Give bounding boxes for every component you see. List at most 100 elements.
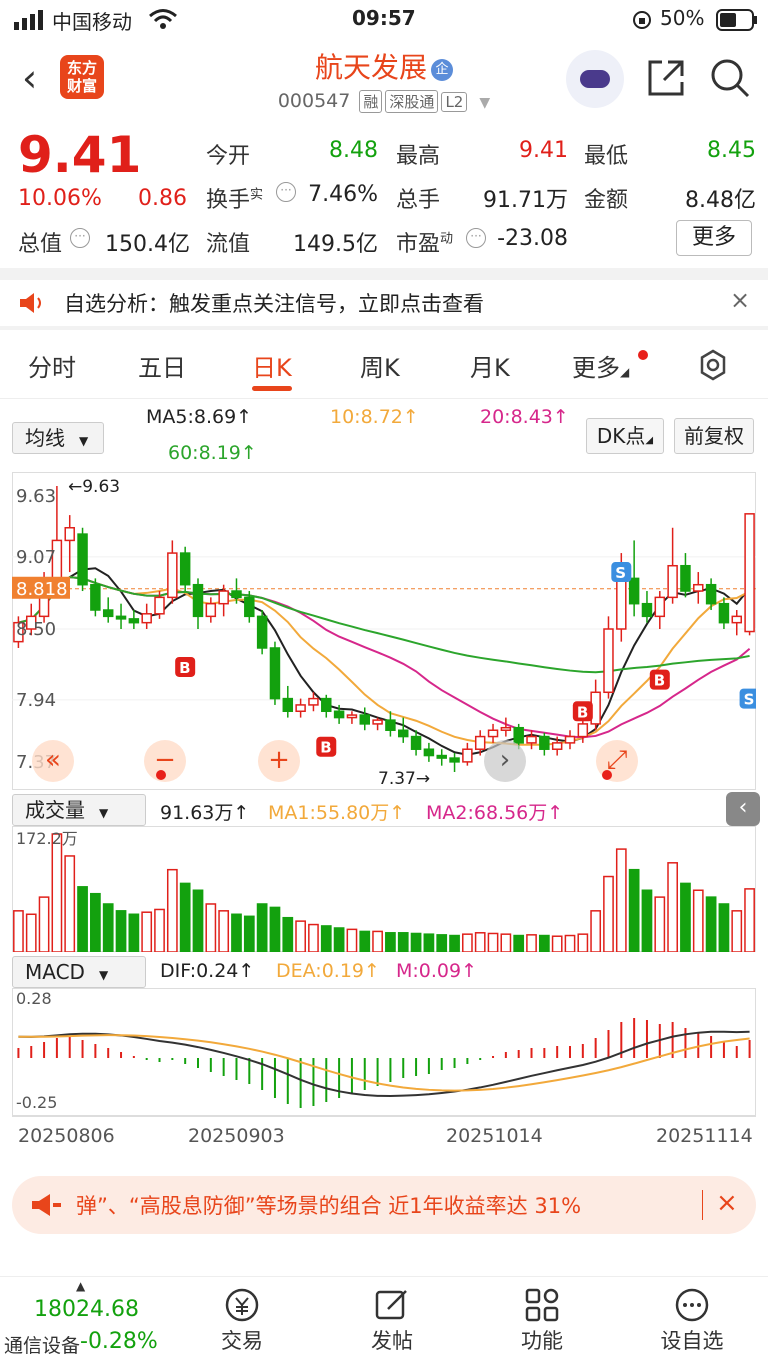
ma20-value: 20:8.43↑ — [480, 406, 569, 428]
battery-percent: 50% — [660, 6, 705, 30]
margin-tag: 融 — [359, 90, 383, 113]
app-root: { "status_bar": { "carrier": "中国移动", "ti… — [0, 0, 768, 1366]
volume-bar — [423, 933, 435, 952]
zoom-in-button[interactable]: + — [258, 740, 300, 782]
price-adjust-button[interactable]: 前复权 — [674, 418, 754, 454]
nav-function[interactable]: 功能 — [492, 1325, 592, 1355]
stock-code: 000547 — [277, 90, 351, 112]
notice-text: 自选分析：触发重点关注信号，立即点击查看 — [64, 292, 484, 316]
search-icon[interactable] — [708, 56, 752, 100]
volume-bar — [51, 833, 63, 952]
share-icon[interactable] — [644, 56, 688, 100]
min-price-label: 7.37→ — [378, 769, 430, 789]
candle-body — [487, 729, 499, 738]
volume-bar — [641, 889, 653, 952]
notice-close-button[interactable]: × — [730, 286, 750, 314]
assistant-avatar[interactable] — [566, 50, 624, 108]
open-label: 今开 — [206, 144, 251, 169]
tab-monthly-k[interactable]: 月K — [470, 348, 510, 383]
volume-bar — [256, 903, 268, 952]
candle-body — [321, 697, 332, 713]
more-quote-button[interactable]: 更多 — [676, 220, 752, 256]
tab-daily-k[interactable]: 日K — [252, 348, 292, 383]
index-name[interactable]: 通信设备 — [4, 1331, 80, 1358]
float-value: 149.5亿 — [293, 232, 378, 257]
low-value: 8.45 — [707, 138, 756, 163]
settings-icon[interactable] — [696, 348, 730, 382]
index-value[interactable]: 18024.68 — [34, 1297, 139, 1322]
tab-intraday[interactable]: 分时 — [28, 348, 76, 383]
volume-bar — [372, 930, 383, 952]
macd-indicator-select[interactable]: MACD ▼ — [12, 956, 146, 988]
collapse-panel-button[interactable]: ‹ — [726, 792, 760, 826]
volume-bar — [692, 889, 704, 952]
candle-body — [269, 647, 281, 700]
volume-bar — [513, 934, 525, 952]
volume-bar — [397, 932, 409, 952]
candle-body — [398, 729, 409, 738]
volume-bar — [13, 910, 24, 952]
volume-value: 91.71万 — [483, 188, 568, 213]
megaphone-icon — [32, 1194, 61, 1216]
dea-line — [18, 1034, 750, 1092]
candle-body — [616, 577, 627, 630]
connect-tag: 深股通 — [385, 90, 439, 113]
macd-bottom-label: -0.25 — [16, 1093, 57, 1112]
high-label: 最高 — [396, 144, 441, 169]
volume-bar — [243, 915, 255, 952]
signal-label: S — [615, 564, 626, 582]
candle-body — [77, 533, 88, 586]
nav-post[interactable]: 发帖 — [342, 1325, 442, 1355]
volume-bar — [192, 889, 204, 952]
volume-indicator-select[interactable]: 成交量 ▼ — [12, 794, 146, 826]
candle-body — [256, 615, 268, 649]
volume-bar — [628, 868, 640, 952]
tab-five-day[interactable]: 五日 — [138, 348, 186, 383]
more-options-icon[interactable] — [674, 1287, 710, 1323]
volume-bar — [269, 906, 281, 952]
tab-more[interactable]: 更多◢ — [572, 348, 629, 383]
ma-select[interactable]: 均线 ▼ — [12, 422, 104, 454]
candlestick-chart[interactable]: 9.639.078.8188.507.947.37←9.637.37→BBBBS… — [12, 472, 756, 790]
volume-bar — [346, 928, 358, 952]
speaker-icon — [20, 293, 41, 313]
trade-icon[interactable] — [224, 1287, 260, 1323]
y-tick-label: 9.63 — [16, 486, 56, 507]
candle-body — [654, 596, 666, 618]
info-icon[interactable]: ··· — [70, 228, 90, 248]
volume-bar — [295, 920, 306, 952]
scroll-right-button[interactable]: › — [484, 740, 526, 782]
nav-add-watchlist[interactable]: 设自选 — [642, 1325, 742, 1355]
notice-bar[interactable]: 自选分析：触发重点关注信号，立即点击查看 × — [0, 280, 768, 326]
nav-trade[interactable]: 交易 — [192, 1325, 292, 1355]
dk-point-button[interactable]: DK点◢ — [586, 418, 664, 454]
volume-ma2: MA2:68.56万↑ — [426, 802, 564, 824]
function-grid-icon[interactable] — [524, 1287, 560, 1323]
date-axis: 20250806 20250903 20251014 20251114 — [12, 1116, 756, 1162]
level2-tag: L2 — [441, 92, 468, 112]
volume-label: 总手 — [396, 188, 441, 213]
volume-bar — [141, 911, 153, 952]
candle-body — [167, 552, 178, 599]
tab-weekly-k[interactable]: 周K — [360, 348, 400, 383]
mktcap-value: 150.4亿 — [105, 232, 190, 257]
turnover-label: 换手实 — [206, 187, 264, 213]
volume-bar — [449, 934, 460, 952]
volume-bar — [128, 913, 140, 952]
candle-body — [192, 583, 204, 618]
dropdown-icon: ▼ — [479, 95, 491, 111]
scroll-left-button[interactable]: « — [32, 740, 74, 782]
ma5-value: MA5:8.69↑ — [146, 406, 253, 428]
candle-body — [346, 714, 358, 719]
volume-bar — [410, 932, 422, 952]
post-icon[interactable] — [374, 1287, 410, 1323]
volume-bar — [166, 868, 178, 952]
candle-body — [526, 735, 537, 744]
carrier-name: 中国移动 — [52, 10, 132, 34]
volume-bar — [333, 927, 345, 952]
volume-bar — [615, 848, 627, 952]
promo-banner[interactable]: 弹”、“高股息防御”等场景的组合 近1年收益率达 31% × — [12, 1176, 756, 1234]
promo-close-button[interactable]: × — [716, 1188, 738, 1218]
volume-bar — [590, 910, 602, 952]
zoom-dot — [156, 770, 166, 780]
